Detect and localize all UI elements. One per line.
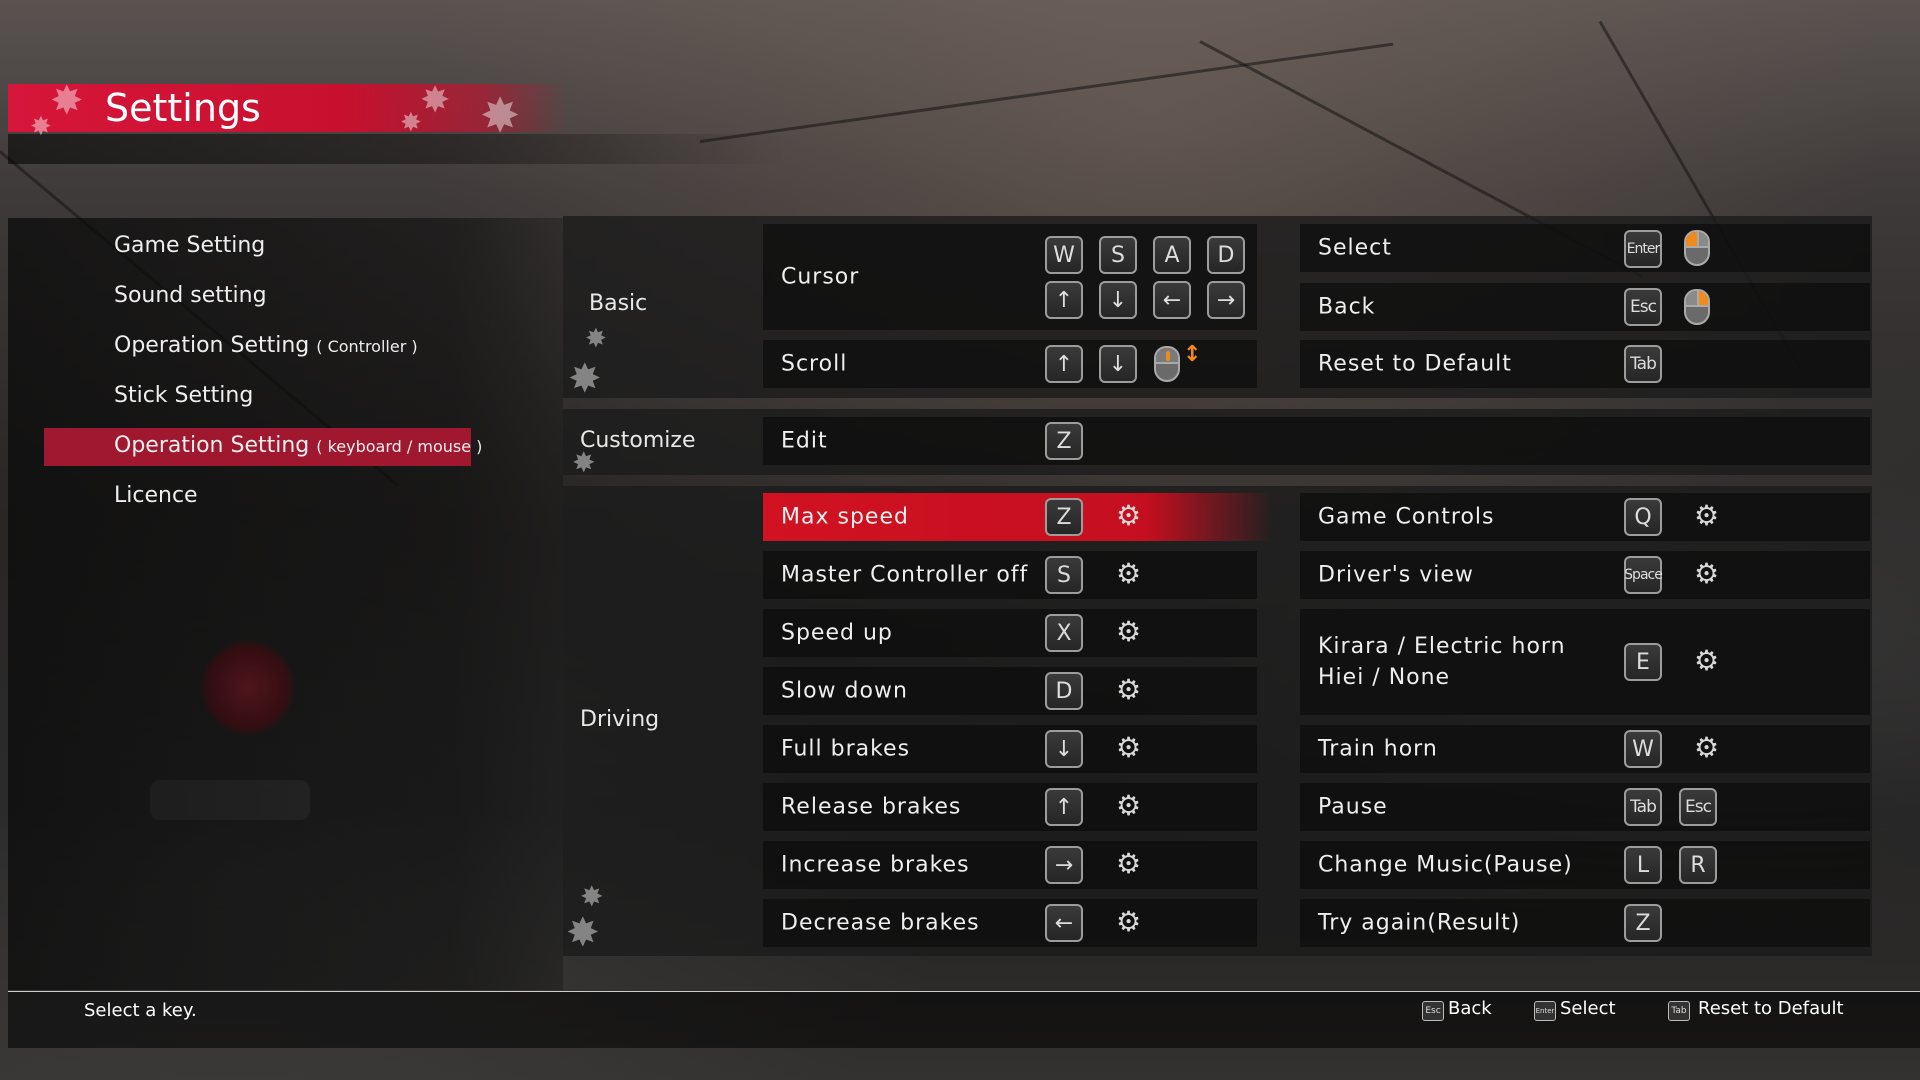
maple-leaf-icon: ✸ — [580, 880, 604, 913]
binding-row-select[interactable]: Select — [1300, 224, 1870, 272]
key-x: X — [1045, 614, 1083, 652]
gear-icon[interactable]: ⚙ — [1116, 850, 1141, 878]
key-e: E — [1624, 643, 1662, 681]
key-enter: Enter — [1624, 230, 1662, 268]
mouse-left-click-icon — [1684, 230, 1710, 266]
key-space: Space — [1624, 556, 1663, 594]
footer-bar — [8, 991, 1920, 1048]
key-z: Z — [1045, 498, 1083, 536]
gear-icon[interactable]: ⚙ — [1694, 502, 1719, 530]
gear-icon[interactable]: ⚙ — [1116, 908, 1141, 936]
bg-rail — [699, 42, 1394, 143]
header-underbar — [8, 134, 788, 164]
binding-row-decrease-brakes[interactable]: Decrease brakes — [763, 899, 1257, 947]
binding-row-pause[interactable]: Pause — [1300, 783, 1870, 831]
sidebar-item-operation-controller[interactable]: Operation Setting ( Controller ) — [114, 333, 418, 358]
key-a: A — [1153, 236, 1191, 274]
sidebar-item-stick-setting[interactable]: Stick Setting — [114, 383, 253, 408]
footer-hint: Select a key. — [84, 1000, 197, 1021]
binding-row-master-controller-off[interactable]: Master Controller off — [763, 551, 1257, 599]
binding-row-speed-up[interactable]: Speed up — [763, 609, 1257, 657]
maple-leaf-icon: ✸ — [30, 112, 52, 142]
sidebar-item-licence[interactable]: Licence — [114, 483, 198, 508]
binding-row-max-speed[interactable]: Max speed — [763, 493, 1273, 541]
binding-row-back[interactable]: Back — [1300, 283, 1870, 331]
key-d: D — [1207, 236, 1245, 274]
binding-row-increase-brakes[interactable]: Increase brakes — [763, 841, 1257, 889]
arrow-left-icon: ← — [1153, 281, 1191, 319]
binding-row-full-brakes[interactable]: Full brakes — [763, 725, 1257, 773]
arrow-up-icon: ↑ — [1045, 788, 1083, 826]
section-label-basic: Basic — [589, 291, 648, 316]
arrow-right-icon: → — [1207, 281, 1245, 319]
sidebar-item-game-setting[interactable]: Game Setting — [114, 233, 265, 258]
key-w: W — [1045, 236, 1083, 274]
key-w: W — [1624, 730, 1662, 768]
mouse-right-click-icon — [1684, 289, 1710, 325]
section-label-driving: Driving — [580, 707, 660, 732]
key-q: Q — [1624, 498, 1662, 536]
scroll-arrow-icon: ↕ — [1183, 342, 1202, 367]
maple-leaf-icon: ✸ — [50, 78, 84, 124]
key-r: R — [1679, 846, 1717, 884]
gear-icon[interactable]: ⚙ — [1116, 560, 1141, 588]
key-z: Z — [1045, 422, 1083, 460]
footer-back-button[interactable]: Back — [1448, 998, 1492, 1019]
binding-row-drivers-view[interactable]: Driver's view — [1300, 551, 1870, 599]
sidebar-item-sound-setting[interactable]: Sound setting — [114, 283, 267, 308]
key-tab: Tab — [1624, 788, 1662, 826]
maple-leaf-icon: ✸ — [566, 910, 600, 956]
footer-select-button[interactable]: Select — [1560, 998, 1616, 1019]
arrow-down-icon: ↓ — [1099, 281, 1137, 319]
key-tab: Tab — [1624, 345, 1662, 383]
binding-row-try-again[interactable]: Try again(Result) — [1300, 899, 1870, 947]
key-esc: Esc — [1679, 788, 1717, 826]
maple-leaf-icon: ✸ — [480, 88, 521, 144]
key-d: D — [1045, 672, 1083, 710]
gear-icon[interactable]: ⚙ — [1116, 734, 1141, 762]
arrow-up-icon: ↑ — [1045, 345, 1083, 383]
binding-row-release-brakes[interactable]: Release brakes — [763, 783, 1257, 831]
footer-key-enter: Enter — [1534, 1001, 1556, 1021]
section-label-customize: Customize — [580, 428, 696, 453]
binding-row-horn-select[interactable]: Kirara / Electric horn Hiei / None — [1300, 609, 1870, 715]
key-l: L — [1624, 846, 1662, 884]
key-z: Z — [1624, 904, 1662, 942]
maple-leaf-icon: ✸ — [568, 356, 602, 402]
gear-icon[interactable]: ⚙ — [1116, 618, 1141, 646]
key-esc: Esc — [1624, 288, 1662, 326]
key-s: S — [1099, 236, 1137, 274]
binding-row-reset-to-default[interactable]: Reset to Default — [1300, 340, 1870, 388]
mouse-wheel-icon — [1154, 346, 1180, 382]
binding-row-change-music[interactable]: Change Music(Pause) — [1300, 841, 1870, 889]
arrow-right-icon: → — [1045, 846, 1083, 884]
binding-row-slow-down[interactable]: Slow down — [763, 667, 1257, 715]
arrow-up-icon: ↑ — [1045, 281, 1083, 319]
sidebar-item-operation-keyboard[interactable]: Operation Setting ( keyboard / mouse ) — [114, 433, 482, 458]
arrow-left-icon: ← — [1045, 904, 1083, 942]
binding-row-train-horn[interactable]: Train horn — [1300, 725, 1870, 773]
maple-leaf-icon: ✸ — [400, 108, 422, 138]
maple-leaf-icon: ✸ — [572, 446, 596, 479]
footer-key-esc: Esc — [1422, 1001, 1444, 1021]
key-s: S — [1045, 556, 1083, 594]
arrow-down-icon: ↓ — [1045, 730, 1083, 768]
gear-icon[interactable]: ⚙ — [1116, 502, 1141, 530]
gear-icon[interactable]: ⚙ — [1116, 792, 1141, 820]
footer-key-tab: Tab — [1668, 1001, 1690, 1021]
arrow-down-icon: ↓ — [1099, 345, 1137, 383]
maple-leaf-icon: ✸ — [585, 324, 607, 354]
binding-row-edit[interactable]: Edit — [763, 417, 1870, 465]
gear-icon[interactable]: ⚙ — [1694, 734, 1719, 762]
gear-icon[interactable]: ⚙ — [1116, 676, 1141, 704]
gear-icon[interactable]: ⚙ — [1694, 560, 1719, 588]
gear-icon[interactable]: ⚙ — [1694, 647, 1719, 675]
binding-row-game-controls[interactable]: Game Controls — [1300, 493, 1870, 541]
footer-reset-button[interactable]: Reset to Default — [1698, 998, 1844, 1019]
maple-leaf-icon: ✸ — [420, 80, 451, 121]
page-title: Settings — [105, 86, 261, 130]
